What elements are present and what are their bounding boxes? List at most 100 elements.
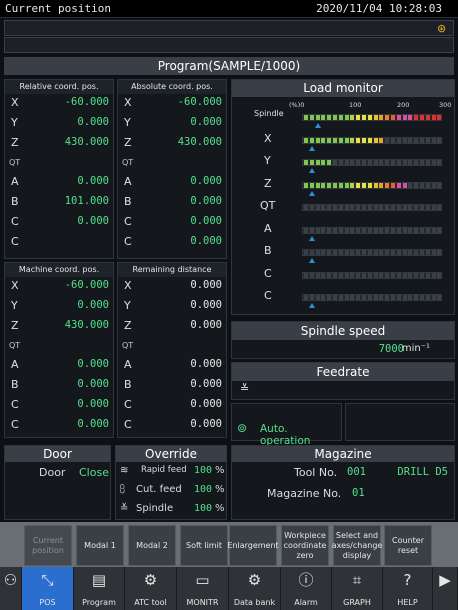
load-segment	[408, 205, 413, 210]
load-segment	[431, 250, 436, 255]
load-segment	[391, 295, 395, 300]
load-segment	[338, 160, 343, 165]
load-segment	[437, 115, 442, 120]
load-segment	[362, 295, 366, 300]
spindle-speed-value: 7000	[378, 343, 404, 355]
coord-row: C 0.000	[5, 416, 115, 434]
soft-limit-key[interactable]: Soft limit	[180, 525, 228, 566]
coord-row: C 0.000	[118, 213, 228, 231]
load-segment	[396, 272, 401, 278]
load-row-label: Z	[264, 176, 272, 190]
load-marker	[309, 258, 316, 263]
modal-1-key[interactable]: Modal 1	[76, 525, 124, 566]
load-segment	[402, 227, 407, 233]
axis-value: 430.000	[177, 136, 222, 148]
load-segment	[425, 160, 430, 165]
load-segment	[327, 160, 332, 165]
load-segment	[402, 205, 407, 210]
load-segment	[402, 160, 407, 165]
load-segment	[420, 205, 424, 210]
axis-label: A	[11, 175, 19, 188]
coord-row: C	[5, 233, 115, 251]
load-segment	[402, 137, 407, 143]
nav-person-button[interactable]: ⚇	[0, 567, 22, 610]
alert-icon[interactable]: ⊛	[437, 22, 446, 35]
load-segment	[408, 250, 413, 255]
coord-row: X -60.000	[5, 94, 115, 112]
tool-no-value: 001	[347, 466, 366, 478]
workpiece-zero-key[interactable]: Workpiece coordinate zero	[281, 525, 329, 566]
nav-graph-button[interactable]: ⌗ GRAPH	[332, 567, 383, 610]
load-bar	[302, 204, 442, 211]
nav-monitr-button[interactable]: ▭ MONITR	[177, 567, 229, 610]
nav-atc-tool-button[interactable]: ⚙ ATC tool	[125, 567, 177, 610]
enlargement-key[interactable]: Enlargement	[227, 525, 279, 566]
nav-program-button[interactable]: ▤ Program	[74, 567, 125, 610]
load-segment	[420, 160, 424, 165]
load-segment	[344, 182, 349, 188]
feedrate-title: Feedrate	[232, 363, 454, 381]
load-segment	[420, 115, 424, 120]
load-scale-tick: 300	[439, 101, 452, 109]
nav-help-button[interactable]: ? HELP	[383, 567, 433, 610]
load-segment	[425, 295, 430, 300]
screen-title: Current position	[5, 2, 111, 15]
load-segment	[333, 295, 337, 300]
load-segment	[414, 227, 419, 233]
load-segment	[379, 227, 384, 233]
counter-reset-key[interactable]: Counter reset	[384, 525, 432, 566]
absolute-title: Absolute coord. pos.	[118, 80, 226, 94]
load-segment	[373, 182, 378, 188]
override-panel: Override ≋ Rapid feed 100% ⩉ Cut. feed 100% ≚ S…	[115, 445, 227, 520]
coord-row: B 0.000	[5, 376, 115, 394]
qt-label: QT	[122, 341, 134, 350]
door-panel: Door Door Close	[4, 445, 111, 520]
load-segment	[396, 160, 401, 165]
cut-feed-icon: ⩉	[120, 484, 125, 495]
load-segment	[437, 295, 442, 300]
load-segment	[356, 137, 361, 143]
load-segment	[391, 182, 395, 188]
nav-data-bank-button[interactable]: ⚙ Data bank	[229, 567, 281, 610]
axis-label: Z	[11, 319, 19, 332]
modal-2-key[interactable]: Modal 2	[128, 525, 176, 566]
current-position-key[interactable]: Current position	[24, 525, 72, 566]
axis-label: C	[124, 235, 132, 248]
coord-row: X -60.000	[118, 94, 228, 112]
axis-label: Z	[124, 136, 132, 149]
axis-label: X	[124, 96, 132, 109]
load-segment	[437, 182, 442, 188]
load-monitor-title: Load monitor	[232, 80, 454, 97]
load-segment	[379, 182, 384, 188]
load-segment	[391, 227, 395, 233]
axis-label: C	[124, 215, 132, 228]
override-unit: %	[215, 484, 225, 495]
load-segment	[367, 295, 372, 300]
next-arrow-icon: ▶	[439, 571, 451, 589]
load-segment	[431, 137, 436, 143]
load-segment	[350, 227, 355, 233]
nav-alarm-button[interactable]: ⓘ Alarm	[281, 567, 332, 610]
load-segment	[408, 115, 413, 120]
coord-row: Z 0.000	[118, 317, 228, 335]
nav-next-arrow-button[interactable]: ▶	[433, 567, 458, 610]
axis-label: C	[124, 398, 132, 411]
load-monitor-panel: Load monitor (%)0 100 200 300 Spindle X Y Z QT A…	[231, 79, 455, 315]
axis-value: 0.000	[190, 195, 222, 207]
override-label: Spindle	[136, 503, 174, 514]
load-segment	[321, 160, 326, 165]
load-segment	[391, 137, 395, 143]
feed-icon: ≚	[240, 382, 250, 395]
load-segment	[373, 160, 378, 165]
coord-row: Y 0.000	[5, 114, 115, 132]
program-icon: ▤	[91, 571, 107, 589]
machine-title: Machine coord. pos.	[5, 263, 113, 277]
nav-pos-button[interactable]: ⤡ POS	[22, 567, 74, 610]
load-row-label: QT	[260, 199, 276, 212]
load-segment	[396, 137, 401, 143]
load-row-label: X	[264, 131, 272, 145]
load-segment	[356, 205, 361, 210]
select-axes-key[interactable]: Select and axes/change display	[332, 525, 382, 566]
load-segment	[315, 115, 320, 120]
load-segment	[391, 272, 395, 278]
